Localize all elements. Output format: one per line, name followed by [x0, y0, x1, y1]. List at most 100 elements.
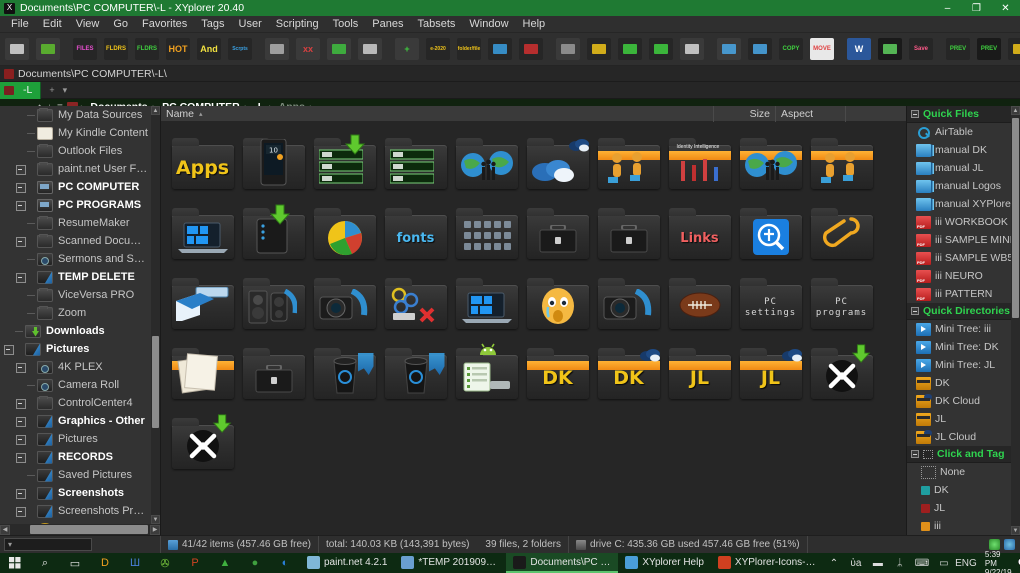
file-item[interactable] — [167, 338, 238, 408]
acrobat-icon[interactable]: ▲ — [210, 553, 240, 573]
tree-item-records[interactable]: RECORDS — [0, 448, 151, 466]
menu-item-file[interactable]: File — [4, 17, 36, 31]
windows-icon[interactable] — [677, 35, 707, 63]
tree-item-screenshots[interactable]: Screenshots — [0, 484, 151, 502]
columns-icon[interactable] — [553, 35, 583, 63]
catalog-item-manual-xyplorer[interactable]: manual XYPlorer — [907, 195, 1011, 213]
collapse-toggle-icon[interactable] — [911, 110, 919, 118]
quick-files-header[interactable]: Quick Files — [907, 106, 1011, 123]
catalog-item-iii-pattern[interactable]: iii PATTERN — [907, 285, 1011, 303]
catalog-item-dk[interactable]: DK — [907, 481, 1011, 499]
tree-item-temp-delete[interactable]: TEMP DELETE — [0, 268, 151, 286]
folder-file-icon[interactable]: folder/file — [454, 35, 484, 63]
dashlane-icon[interactable]: D — [90, 553, 120, 573]
hand-touch-icon[interactable] — [646, 35, 676, 63]
tree-scroll-thumb[interactable] — [152, 336, 159, 428]
catalog-item-dk-cloud[interactable]: DK Cloud — [907, 392, 1011, 410]
folder-plain-icon[interactable] — [262, 35, 292, 63]
book-list-icon[interactable] — [516, 35, 546, 63]
target-icon[interactable] — [745, 35, 775, 63]
scrivener-icon[interactable]: ✇ — [150, 553, 180, 573]
file-item[interactable] — [522, 268, 593, 338]
catalog-item-mini-tree-jl[interactable]: Mini Tree: JL — [907, 356, 1011, 374]
volume-icon[interactable]: ὐa — [845, 553, 867, 573]
taskbar-window-xyplorer[interactable]: Documents\PC CO... — [506, 553, 618, 573]
file-item[interactable]: 10 — [238, 128, 309, 198]
file-item[interactable] — [380, 338, 451, 408]
catalog-item-mini-tree-iii[interactable]: Mini Tree: iii — [907, 320, 1011, 338]
menu-item-window[interactable]: Window — [462, 17, 515, 31]
file-item[interactable] — [238, 338, 309, 408]
expand-toggle-icon[interactable] — [16, 165, 25, 174]
new-tab-button[interactable]: + — [49, 85, 54, 95]
file-item[interactable] — [238, 198, 309, 268]
file-item[interactable] — [593, 268, 664, 338]
click-and-tag-header[interactable]: Click and Tag — [907, 446, 1011, 463]
keyboard-icon[interactable]: ⌨ — [911, 553, 933, 573]
tree-horizontal-scrollbar[interactable]: ◀ ▶ — [0, 524, 160, 535]
favorite-files-icon[interactable]: FILES — [70, 35, 100, 63]
color-filter-icon[interactable] — [584, 35, 614, 63]
expand-toggle-icon[interactable] — [4, 345, 13, 354]
tree-hscroll-thumb[interactable] — [30, 525, 148, 534]
taskbar-window-help[interactable]: XYplorer Help — [618, 553, 711, 573]
file-item[interactable] — [309, 198, 380, 268]
menu-item-panes[interactable]: Panes — [365, 17, 410, 31]
tree-item-controlcenter4[interactable]: ControlCenter4 — [0, 394, 151, 412]
menu-item-tools[interactable]: Tools — [326, 17, 366, 31]
language-icon[interactable]: ENG — [955, 553, 977, 573]
taskbar-window-notepad[interactable]: *TEMP 20190918 - ... — [394, 553, 506, 573]
copy-arrow-icon[interactable]: COPY — [776, 35, 806, 63]
catalog-scroll-down-icon[interactable]: ▼ — [1011, 526, 1020, 535]
maximize-button[interactable]: ❐ — [962, 0, 991, 16]
catalog-item-iii-workbook[interactable]: iii WORKBOOK — [907, 213, 1011, 231]
file-item[interactable]: PC programs — [806, 268, 877, 338]
tree-item-screenshots-programs-desktops[interactable]: Screenshots Programs Desktops — [0, 502, 151, 520]
tree-item-outlook-files[interactable]: Outlook Files — [0, 142, 151, 160]
expand-toggle-icon[interactable] — [16, 363, 25, 372]
catalog-item-jl-cloud[interactable]: JL Cloud — [907, 428, 1011, 446]
file-item[interactable] — [309, 268, 380, 338]
catalog-item-jl[interactable]: JL — [907, 499, 1011, 517]
menu-item-edit[interactable]: Edit — [36, 17, 69, 31]
file-item[interactable] — [664, 268, 735, 338]
collapse-toggle-icon[interactable] — [911, 307, 919, 315]
scroll-down-arrow-icon[interactable]: ▼ — [151, 515, 160, 524]
expand-toggle-icon[interactable] — [16, 435, 25, 444]
expand-toggle-icon[interactable] — [16, 489, 25, 498]
tree-item-zoom[interactable]: Zoom — [0, 304, 151, 322]
file-item[interactable] — [593, 128, 664, 198]
catalog-item-airtable[interactable]: AirTable — [907, 123, 1011, 141]
and-icon[interactable]: And — [194, 35, 224, 63]
tree-item-saved-pictures[interactable]: Saved Pictures — [0, 466, 151, 484]
menu-item-help[interactable]: Help — [516, 17, 553, 31]
file-item[interactable]: fonts — [380, 198, 451, 268]
menu-item-scripting[interactable]: Scripting — [269, 17, 326, 31]
tree-item-downloads[interactable]: Downloads — [0, 322, 151, 340]
favorite-folders-icon[interactable]: FLDRS — [101, 35, 131, 63]
tree-item-resumemaker[interactable]: ResumeMaker — [0, 214, 151, 232]
catalog-scroll-thumb[interactable] — [1012, 118, 1019, 318]
file-item[interactable] — [167, 408, 238, 478]
file-item[interactable]: DOCUMENT — [167, 268, 238, 338]
status-ok-icon[interactable] — [989, 539, 1000, 550]
file-item[interactable]: Apps — [167, 128, 238, 198]
file-item[interactable] — [735, 198, 806, 268]
catalog-item-iii[interactable]: iii — [907, 517, 1011, 535]
tree-item-camera-roll[interactable]: Camera Roll — [0, 376, 151, 394]
column-header-name[interactable]: Name ▴ — [161, 106, 714, 122]
grid-yellow-icon[interactable] — [1005, 35, 1020, 63]
file-item[interactable]: DK — [593, 338, 664, 408]
file-item[interactable]: PC settings — [735, 268, 806, 338]
tree-item-4k-plex[interactable]: 4K PLEX — [0, 358, 151, 376]
catalog-item-mini-tree-dk[interactable]: Mini Tree: DK — [907, 338, 1011, 356]
catalog-item-iii-neuro[interactable]: iii NEURO — [907, 267, 1011, 285]
tree-item-graphics-other[interactable]: Graphics - Other — [0, 412, 151, 430]
quick-directories-header[interactable]: Quick Directories — [907, 303, 1011, 320]
bluetooth-icon[interactable]: ᛦ — [889, 553, 911, 573]
file-item[interactable]: Identity Intelligence — [664, 128, 735, 198]
search-icon[interactable] — [714, 35, 744, 63]
minimize-button[interactable]: – — [933, 0, 962, 16]
file-item[interactable] — [522, 128, 593, 198]
catalog-item-jl[interactable]: JL — [907, 410, 1011, 428]
